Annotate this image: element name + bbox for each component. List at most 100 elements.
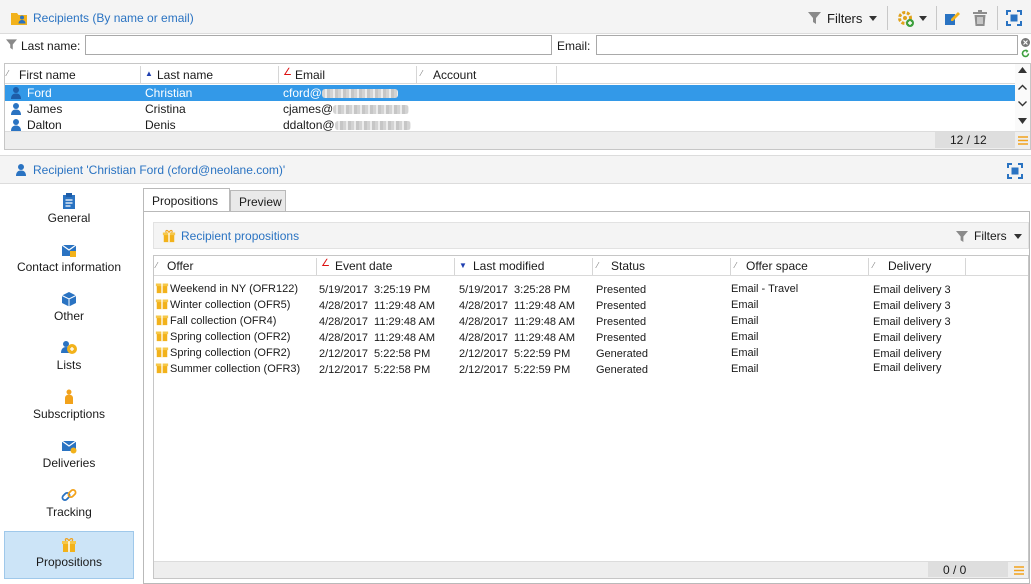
chevron-down-icon xyxy=(1013,233,1022,239)
offer-space-cell: Email xyxy=(731,331,759,343)
scroll-bottom-icon xyxy=(1018,118,1027,124)
nav-item-tracking[interactable]: Tracking xyxy=(4,484,134,528)
clear-icon[interactable] xyxy=(1021,36,1030,47)
folder-person-icon xyxy=(11,11,27,25)
edit-button[interactable] xyxy=(943,9,961,27)
clipboard-icon xyxy=(63,193,75,209)
event-date-cell: 4/28/2017 11:29:48 AM xyxy=(319,332,435,344)
grid-footer xyxy=(5,131,1030,149)
nav-label: Deliveries xyxy=(42,456,96,470)
tab-propositions[interactable]: Propositions xyxy=(143,188,230,211)
filters-button[interactable]: Filters xyxy=(808,8,878,28)
email-cell: ddalton@ xyxy=(283,118,411,132)
maximize-icon xyxy=(1006,10,1022,26)
last-modified-cell: 4/28/2017 11:29:48 AM xyxy=(459,316,575,328)
grid-scrollbar[interactable] xyxy=(1015,64,1030,131)
count-box xyxy=(928,562,1008,577)
propositions-filters-button[interactable]: Filters xyxy=(956,228,1022,244)
offer-cell: Spring collection (OFR2) xyxy=(170,347,291,359)
status-cell: Generated xyxy=(596,348,648,360)
gift-icon xyxy=(62,538,76,552)
nav-label: Contact information xyxy=(16,260,122,274)
chevron-down-icon xyxy=(869,15,878,21)
email-input[interactable] xyxy=(596,35,1018,55)
delete-button[interactable] xyxy=(971,9,989,27)
last-name-cell: Cristina xyxy=(145,102,186,116)
link-icon xyxy=(61,489,77,501)
propositions-footer xyxy=(154,561,1028,578)
nav-item-other[interactable]: Other xyxy=(4,288,134,332)
first-name-cell: Dalton xyxy=(27,118,62,132)
menu-icon[interactable] xyxy=(1014,566,1024,575)
nav-item-lists[interactable]: Lists xyxy=(4,337,134,381)
record-count: 0 / 0 xyxy=(943,563,967,577)
nav-item-subscriptions[interactable]: Subscriptions xyxy=(4,386,134,430)
actions-menu-button[interactable] xyxy=(897,8,927,28)
delivery-cell: Email delivery xyxy=(873,332,942,344)
column-account[interactable]: Account xyxy=(433,68,476,82)
first-name-cell: James xyxy=(27,102,63,116)
nav-item-contact-information[interactable]: Contact information xyxy=(4,239,134,283)
offer-space-cell: Email xyxy=(731,347,759,359)
filters-label: Filters xyxy=(827,10,863,26)
chevron-up-icon xyxy=(1018,84,1027,90)
group-icon xyxy=(61,341,77,354)
nav-label: Other xyxy=(53,309,84,323)
gift-icon xyxy=(162,229,176,243)
funnel-icon xyxy=(956,230,968,242)
column-last-name[interactable]: Last name xyxy=(157,68,213,82)
person-icon xyxy=(16,164,26,176)
offer-cell: Weekend in NY (OFR122) xyxy=(170,283,298,295)
column-email[interactable]: Email xyxy=(295,68,325,82)
last-name-cell: Christian xyxy=(145,86,193,100)
status-cell: Presented xyxy=(596,284,647,296)
status-cell: Presented xyxy=(596,332,647,344)
status-cell: Generated xyxy=(596,364,648,376)
gift-icon xyxy=(155,299,169,310)
column-status[interactable]: Status xyxy=(611,259,645,273)
menu-icon[interactable] xyxy=(1018,136,1028,145)
column-first-name[interactable]: First name xyxy=(19,68,76,82)
last-modified-cell: 5/19/2017 3:25:28 PM xyxy=(459,284,571,296)
offer-cell: Fall collection (OFR4) xyxy=(170,315,277,327)
offer-space-cell: Email xyxy=(731,315,759,327)
event-date-cell: 2/12/2017 5:22:58 PM xyxy=(319,364,431,376)
offer-space-cell: Email xyxy=(731,363,759,375)
event-date-cell: 4/28/2017 11:29:48 AM xyxy=(319,316,435,328)
nav-item-general[interactable]: General xyxy=(4,190,134,234)
propositions-title: Recipient propositions xyxy=(181,229,300,243)
nav-label: General xyxy=(47,211,91,225)
funnel-icon xyxy=(808,12,821,24)
email-cell: cjames@ xyxy=(283,102,410,116)
gift-icon xyxy=(155,363,169,374)
maximize-button[interactable] xyxy=(1006,162,1024,180)
panel-title: Recipients (By name or email) xyxy=(33,11,194,25)
gift-icon xyxy=(155,315,169,326)
refresh-icon[interactable] xyxy=(1021,47,1030,58)
delivery-cell: Email delivery xyxy=(873,362,942,374)
column-event-date[interactable]: Event date xyxy=(335,259,392,273)
nav-item-propositions[interactable]: Propositions xyxy=(4,531,134,579)
last-name-input[interactable] xyxy=(85,35,552,55)
gift-icon xyxy=(155,331,169,342)
nav-label: Lists xyxy=(56,358,82,372)
status-cell: Presented xyxy=(596,316,647,328)
detail-title: Recipient 'Christian Ford (cford@neolane… xyxy=(33,163,286,177)
nav-item-deliveries[interactable]: Deliveries xyxy=(4,435,134,479)
offer-cell: Spring collection (OFR2) xyxy=(170,331,291,343)
last-modified-cell: 2/12/2017 5:22:59 PM xyxy=(459,364,571,376)
email-label: Email: xyxy=(557,39,591,53)
column-delivery[interactable]: Delivery xyxy=(888,259,931,273)
tab-preview[interactable]: Preview xyxy=(230,190,286,211)
tab-label: Propositions xyxy=(152,194,219,208)
gift-icon xyxy=(155,347,169,358)
column-offer-space[interactable]: Offer space xyxy=(746,259,808,273)
event-date-cell: 5/19/2017 3:25:19 PM xyxy=(319,284,431,296)
maximize-button[interactable] xyxy=(1005,9,1023,27)
edit-icon xyxy=(945,12,960,25)
column-last-modified[interactable]: Last modified xyxy=(473,259,544,273)
column-offer[interactable]: Offer xyxy=(167,259,193,273)
delivery-cell: Email delivery 3 xyxy=(873,316,951,328)
last-name-cell: Denis xyxy=(145,118,176,132)
status-cell: Presented xyxy=(596,300,647,312)
